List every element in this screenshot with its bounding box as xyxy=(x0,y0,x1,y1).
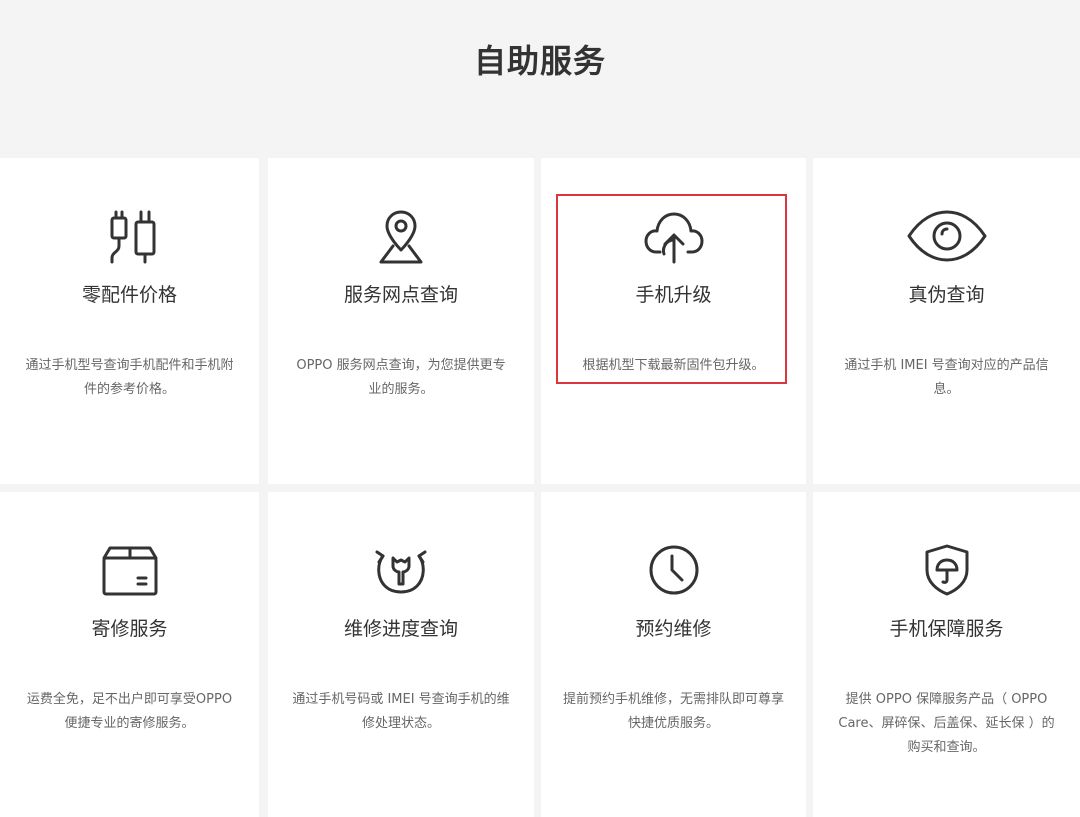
card-title: 真伪查询 xyxy=(908,284,985,306)
cloud-upload-icon xyxy=(642,204,706,268)
card-repair-progress[interactable]: 维修进度查询 通过手机号码或 IMEI 号查询手机的维修处理状态。 xyxy=(268,492,534,817)
card-mail-in-repair[interactable]: 寄修服务 运费全免，足不出户即可享受OPPO 便捷专业的寄修服务。 xyxy=(0,492,259,817)
card-description: OPPO 服务网点查询，为您提供更专业的服务。 xyxy=(296,358,506,397)
card-title: 服务网点查询 xyxy=(343,284,458,306)
card-title: 手机保障服务 xyxy=(889,618,1004,640)
card-title: 寄修服务 xyxy=(91,618,168,640)
page-title: 自助服务 xyxy=(473,42,606,80)
card-repair-appointment[interactable]: 预约维修 提前预约手机维修，无需排队即可尊享快捷优质服务。 xyxy=(541,492,806,817)
shield-umbrella-icon xyxy=(915,538,979,602)
card-title: 手机升级 xyxy=(635,284,712,306)
card-protection-service[interactable]: 手机保障服务 提供 OPPO 保障服务产品（ OPPO Care、屏碎保、后盖保… xyxy=(813,492,1080,817)
card-description: 提供 OPPO 保障服务产品（ OPPO Care、屏碎保、后盖保、延长保 ）的… xyxy=(838,692,1055,755)
card-authenticity-check[interactable]: 真伪查询 通过手机 IMEI 号查询对应的产品信息。 xyxy=(813,158,1080,484)
wrench-refresh-icon xyxy=(369,538,433,602)
eye-icon xyxy=(907,204,986,268)
card-title: 零配件价格 xyxy=(81,284,177,306)
card-parts-price[interactable]: 零配件价格 通过手机型号查询手机配件和手机附件的参考价格。 xyxy=(0,158,259,484)
location-pin-icon xyxy=(369,204,433,268)
self-service-page: 自助服务 零配件价格 通过手机型号查询手机配件和手机附件的参考价格。 服务网点查… xyxy=(0,0,1080,817)
card-description: 通过手机号码或 IMEI 号查询手机的维修处理状态。 xyxy=(292,692,510,731)
clock-icon xyxy=(642,538,706,602)
card-description: 提前预约手机维修，无需排队即可尊享快捷优质服务。 xyxy=(563,692,785,731)
service-grid: 零配件价格 通过手机型号查询手机配件和手机附件的参考价格。 服务网点查询 OPP… xyxy=(0,158,1080,817)
card-description: 根据机型下载最新固件包升级。 xyxy=(582,358,765,373)
card-title: 维修进度查询 xyxy=(343,618,458,640)
card-title: 预约维修 xyxy=(635,618,712,640)
card-service-outlets[interactable]: 服务网点查询 OPPO 服务网点查询，为您提供更专业的服务。 xyxy=(268,158,534,484)
charger-cable-icon xyxy=(98,204,162,268)
card-description: 通过手机 IMEI 号查询对应的产品信息。 xyxy=(844,358,1049,397)
card-description: 通过手机型号查询手机配件和手机附件的参考价格。 xyxy=(25,358,234,397)
box-icon xyxy=(98,538,162,602)
card-description: 运费全免，足不出户即可享受OPPO 便捷专业的寄修服务。 xyxy=(26,692,233,731)
card-phone-upgrade[interactable]: 手机升级 根据机型下载最新固件包升级。 xyxy=(541,158,806,484)
